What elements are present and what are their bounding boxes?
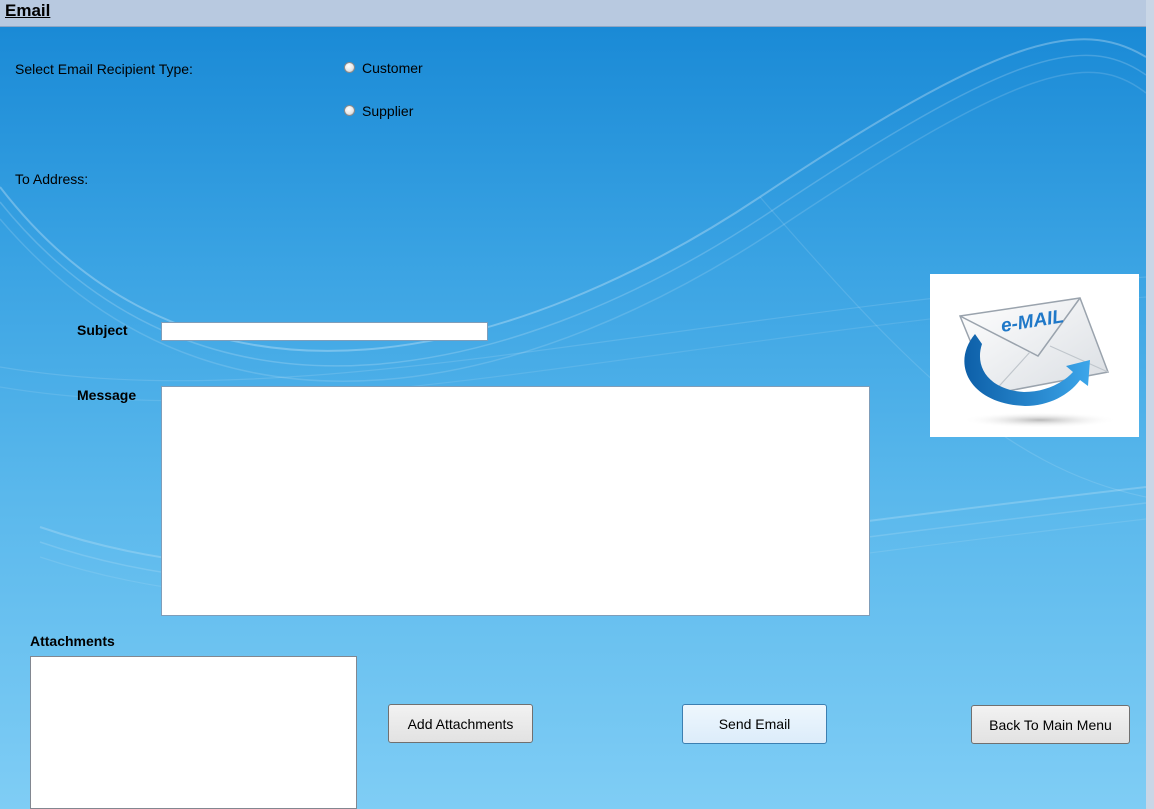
attachments-list[interactable] xyxy=(30,656,357,809)
message-textarea[interactable] xyxy=(161,386,870,616)
supplier-radio-label[interactable]: Supplier xyxy=(362,103,413,119)
add-attachments-button[interactable]: Add Attachments xyxy=(388,704,533,743)
attachments-label: Attachments xyxy=(30,633,115,649)
supplier-radio[interactable] xyxy=(344,105,355,116)
recipient-type-label: Select Email Recipient Type: xyxy=(15,61,193,77)
window-title: Email xyxy=(5,1,51,20)
form-panel: Select Email Recipient Type: Customer Su… xyxy=(0,27,1146,809)
customer-radio-label[interactable]: Customer xyxy=(362,60,423,76)
back-to-main-menu-button[interactable]: Back To Main Menu xyxy=(971,705,1130,744)
window-border xyxy=(1146,0,1154,809)
message-label: Message xyxy=(77,387,137,403)
email-envelope-icon: e-MAIL xyxy=(958,297,1118,428)
subject-label: Subject xyxy=(77,322,128,338)
customer-radio[interactable] xyxy=(344,62,355,73)
title-bar: Email xyxy=(0,0,1146,27)
subject-input[interactable] xyxy=(161,322,488,341)
to-address-label: To Address: xyxy=(15,171,89,187)
email-logo: e-MAIL xyxy=(930,274,1139,437)
send-email-button[interactable]: Send Email xyxy=(682,704,827,744)
